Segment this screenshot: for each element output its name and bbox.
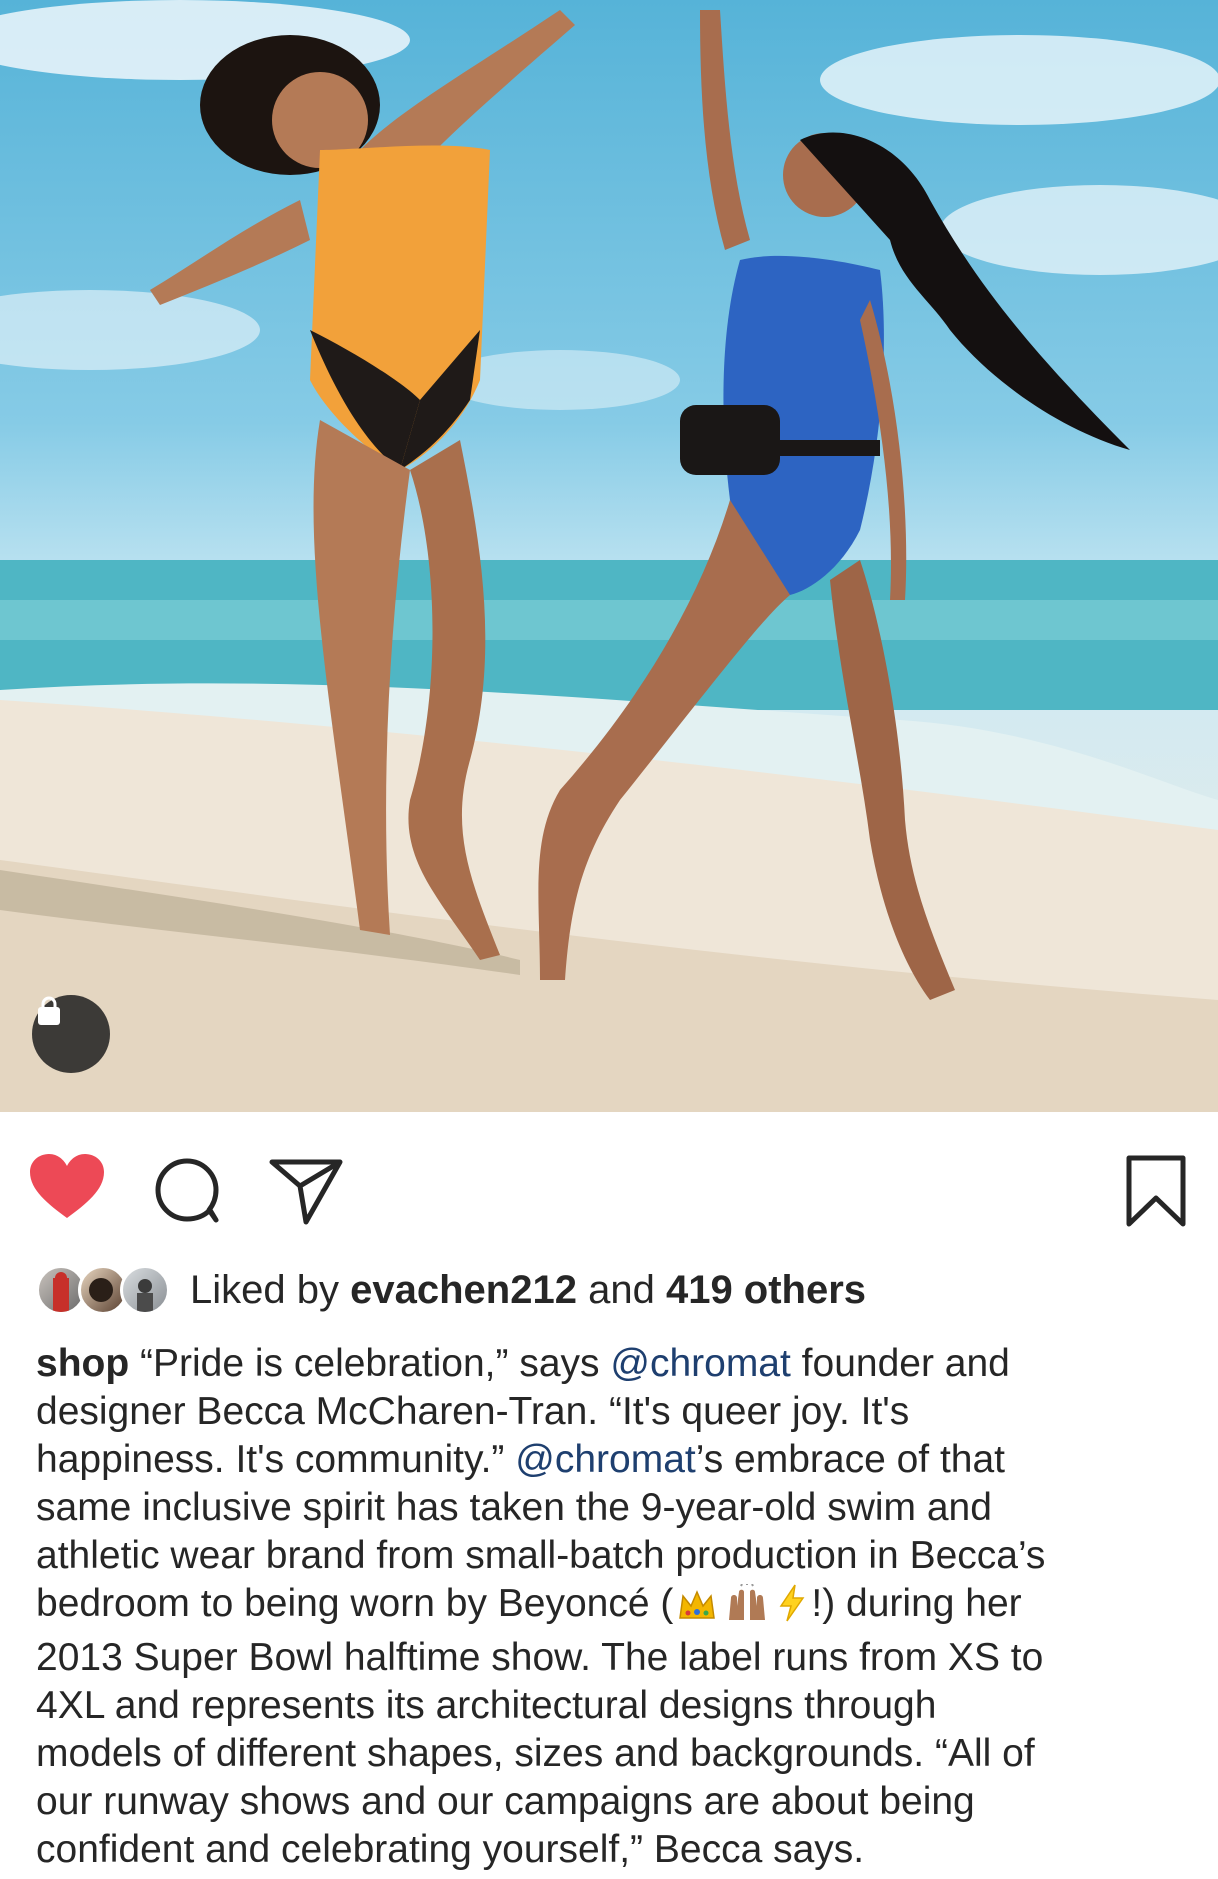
heart-filled-icon <box>30 1154 104 1218</box>
mention-link[interactable]: @chromat <box>610 1342 790 1385</box>
shopping-bag-icon <box>38 996 60 1025</box>
caption-line: models of different shapes, sizes and ba… <box>36 1732 1035 1775</box>
bookmark-icon <box>1126 1155 1186 1227</box>
caption-line: 2013 Super Bowl halftime show. The label… <box>36 1636 1044 1679</box>
caption-line: athletic wear brand from small-batch pro… <box>36 1534 1046 1577</box>
caption-text: “Pride is celebration,” says <box>129 1342 611 1385</box>
caption-line: 4XL and represents its architectural des… <box>36 1684 937 1727</box>
lightning-emoji <box>777 1584 807 1634</box>
caption-username[interactable]: shop <box>36 1342 129 1385</box>
likes-prefix: Liked by <box>190 1268 339 1312</box>
raised-hands-emoji <box>725 1583 769 1634</box>
comment-icon <box>155 1158 219 1223</box>
caption-text: !) during her <box>811 1582 1022 1625</box>
likes-text: Liked by evachen212 and 419 others <box>190 1262 866 1318</box>
likes-connector: and <box>588 1268 655 1312</box>
caption-text: happiness. It's community.” <box>36 1438 516 1481</box>
liker-username[interactable]: evachen212 <box>350 1268 577 1312</box>
caption-text: founder and <box>790 1342 1010 1385</box>
caption-text: bedroom to being worn by Beyoncé ( <box>36 1582 674 1625</box>
post-caption: shop “Pride is celebration,” says @chrom… <box>36 1340 1186 1874</box>
shop-badge-button[interactable] <box>32 995 110 1073</box>
caption-line: same inclusive spirit has taken the 9-ye… <box>36 1486 992 1529</box>
avatar <box>120 1265 170 1315</box>
caption-text: ’s embrace of that <box>695 1438 1006 1481</box>
share-icon <box>269 1159 343 1225</box>
crown-emoji <box>677 1586 717 1634</box>
likes-others-count[interactable]: 419 others <box>666 1268 866 1312</box>
post-action-bar <box>0 1112 1218 1242</box>
post-photo[interactable] <box>0 0 1218 1112</box>
caption-line: designer Becca McCharen-Tran. “It's quee… <box>36 1390 910 1433</box>
caption-line: shop “Pride is celebration,” says @chrom… <box>36 1340 1186 1388</box>
share-button[interactable] <box>268 1156 344 1231</box>
save-button[interactable] <box>1124 1154 1188 1233</box>
caption-line: bedroom to being worn by Beyoncé ( !) dur… <box>36 1580 1186 1634</box>
comment-button[interactable] <box>152 1156 222 1231</box>
caption-line: confident and celebrating yourself,” Bec… <box>36 1828 865 1871</box>
beach-photo-illustration <box>0 0 1218 1112</box>
caption-line: our runway shows and our campaigns are a… <box>36 1780 975 1823</box>
like-button[interactable] <box>28 1152 106 1227</box>
likes-summary[interactable]: Liked by evachen212 and 419 others <box>36 1262 866 1318</box>
liker-avatars <box>36 1262 174 1318</box>
caption-line: happiness. It's community.” @chromat’s e… <box>36 1436 1186 1484</box>
mention-link[interactable]: @chromat <box>515 1438 695 1481</box>
